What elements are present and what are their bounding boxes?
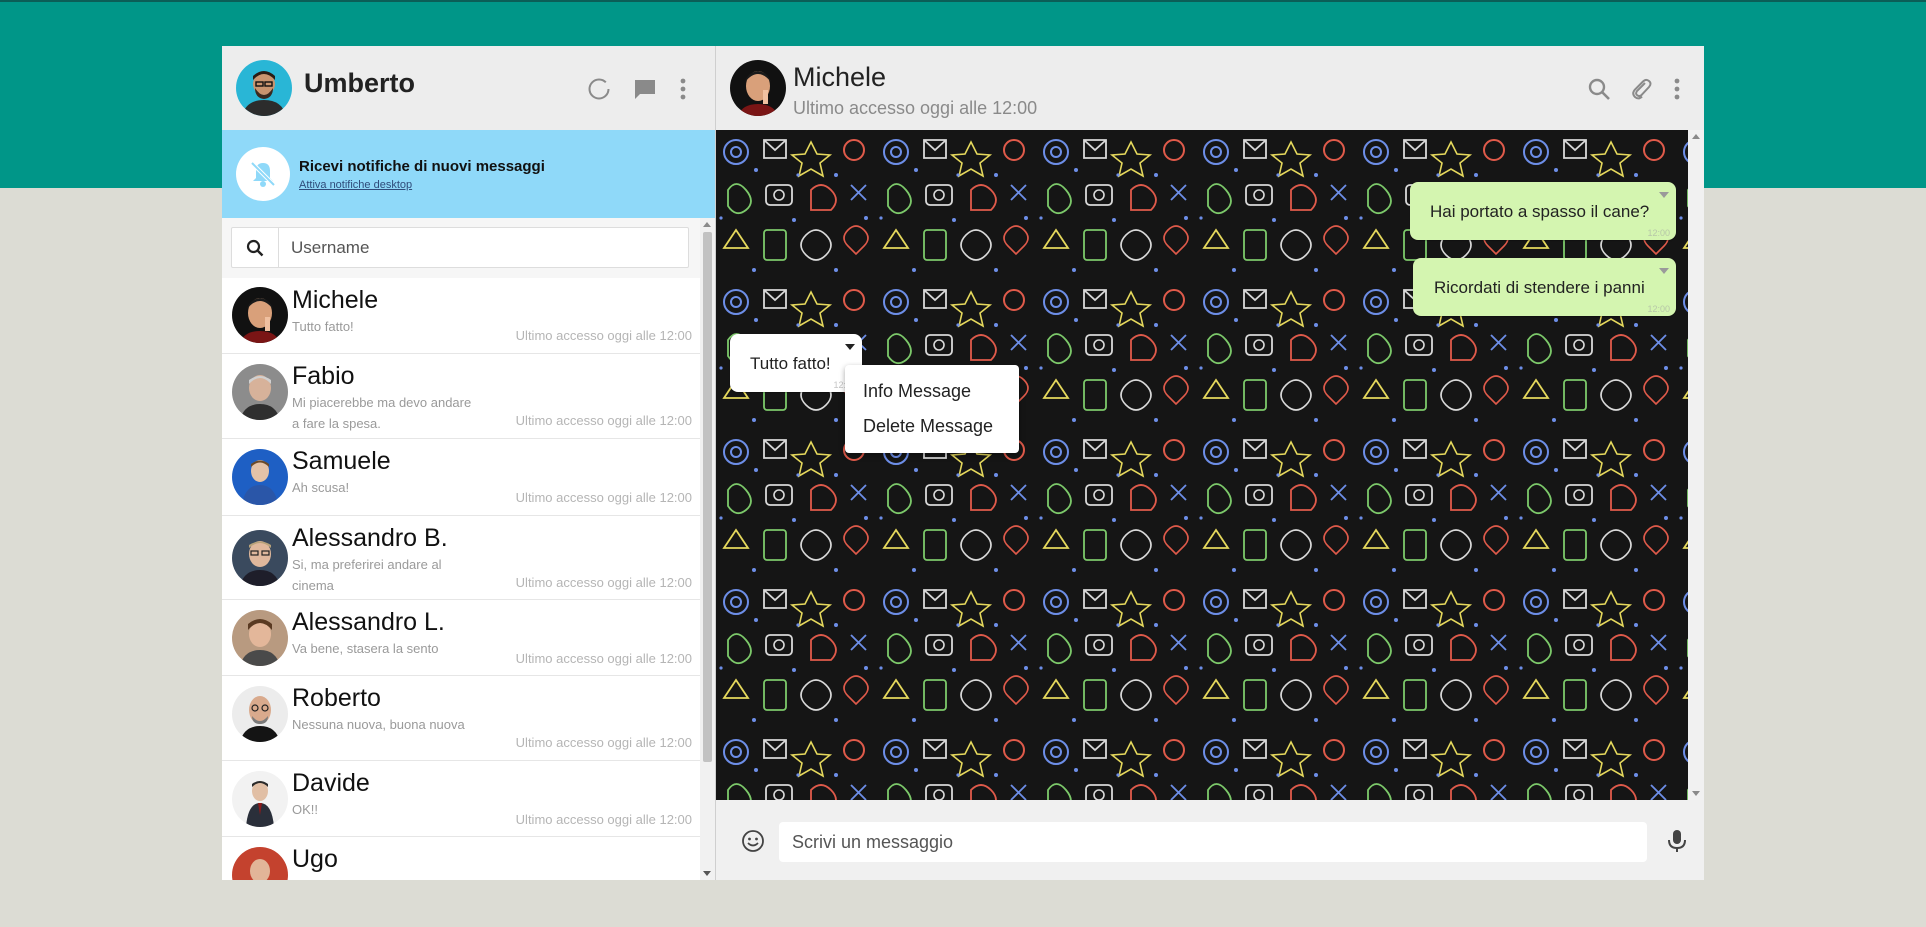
enable-desktop-notifications-link[interactable]: Attiva notifiche desktop bbox=[299, 179, 412, 191]
scroll-down-arrow-icon[interactable] bbox=[1692, 791, 1700, 796]
contact-last-message: Si, ma preferirei andare al cinema bbox=[292, 557, 442, 593]
contact-avatar bbox=[232, 847, 288, 880]
contact-avatar bbox=[232, 364, 288, 420]
contact-item-davide[interactable]: Davide OK!! Ultimo accesso oggi alle 12:… bbox=[222, 761, 700, 837]
contact-last-message: Nessuna nuova, buona nuova bbox=[292, 717, 465, 732]
contact-item-roberto[interactable]: Roberto Nessuna nuova, buona nuova Ultim… bbox=[222, 676, 700, 761]
contact-avatar bbox=[232, 449, 288, 505]
scroll-up-arrow-icon[interactable] bbox=[1692, 134, 1700, 139]
menu-item-delete-message[interactable]: Delete Message bbox=[863, 416, 993, 437]
search-box bbox=[231, 227, 689, 268]
contact-item-fabio[interactable]: Fabio Mi piacerebbe ma devo andare a far… bbox=[222, 354, 700, 439]
contact-list: Michele Tutto fatto! Ultimo accesso oggi… bbox=[222, 278, 700, 880]
message-bubble-sent[interactable]: Ricordati di stendere i panni 12:00 bbox=[1413, 258, 1676, 316]
contact-avatar bbox=[232, 771, 288, 827]
my-avatar[interactable] bbox=[236, 60, 292, 116]
contact-avatar bbox=[232, 530, 288, 586]
contact-list-scrollbar[interactable] bbox=[700, 218, 715, 880]
message-time: 12:00 bbox=[1647, 228, 1670, 238]
chat-menu-dots-icon[interactable] bbox=[1664, 76, 1690, 102]
menu-item-info-message[interactable]: Info Message bbox=[863, 381, 971, 402]
contact-name: Samuele bbox=[292, 447, 391, 475]
chat-contact-name: Michele bbox=[793, 62, 887, 92]
message-time: 12:00 bbox=[1647, 304, 1670, 314]
my-name: Umberto bbox=[304, 68, 416, 98]
message-menu-caret-icon[interactable] bbox=[845, 344, 855, 350]
contact-item-samuele[interactable]: Samuele Ah scusa! Ultimo accesso oggi al… bbox=[222, 439, 700, 516]
contact-last-seen: Ultimo accesso oggi alle 12:00 bbox=[515, 413, 692, 428]
status-icon[interactable] bbox=[586, 76, 612, 102]
contact-last-seen: Ultimo accesso oggi alle 12:00 bbox=[515, 490, 692, 505]
contact-avatar bbox=[232, 610, 288, 666]
scroll-down-arrow-icon[interactable] bbox=[703, 871, 711, 876]
message-bubble-received[interactable]: Tutto fatto! 12:00 bbox=[730, 334, 862, 392]
contact-last-message: Tutto fatto! bbox=[292, 319, 354, 334]
sidebar: Umberto Ricevi notifiche di nuovi messag… bbox=[222, 46, 716, 880]
search-bar bbox=[222, 218, 715, 279]
message-text: Ricordati di stendere i panni bbox=[1434, 278, 1645, 297]
contact-item-ugo[interactable]: Ugo bbox=[222, 837, 700, 880]
message-context-menu: Info Message Delete Message bbox=[845, 365, 1019, 453]
contact-last-message: Ah scusa! bbox=[292, 480, 350, 495]
bell-off-icon bbox=[236, 147, 290, 201]
message-text: Hai portato a spasso il cane? bbox=[1430, 202, 1650, 221]
contact-last-message: Mi piacerebbe ma devo andare a fare la s… bbox=[292, 395, 472, 431]
contact-name: Alessandro L. bbox=[292, 608, 445, 636]
contact-last-message: OK!! bbox=[292, 802, 319, 817]
sidebar-header: Umberto bbox=[222, 46, 715, 130]
search-icon[interactable] bbox=[1586, 76, 1612, 102]
contact-last-seen: Ultimo accesso oggi alle 12:00 bbox=[515, 735, 692, 750]
contact-last-seen: Ultimo accesso oggi alle 12:00 bbox=[515, 575, 692, 590]
contact-name: Roberto bbox=[292, 684, 381, 712]
contact-last-message: Va bene, stasera la sento bbox=[292, 641, 439, 656]
menu-dots-icon[interactable] bbox=[670, 76, 696, 102]
message-menu-caret-icon[interactable] bbox=[1659, 268, 1669, 274]
chat-header: Michele Ultimo accesso oggi alle 12:00 bbox=[716, 46, 1704, 130]
contact-item-alessandro-b[interactable]: Alessandro B. Si, ma preferirei andare a… bbox=[222, 516, 700, 600]
microphone-icon[interactable] bbox=[1664, 828, 1690, 854]
notification-banner: Ricevi notifiche di nuovi messaggi Attiv… bbox=[222, 130, 715, 218]
attachment-icon[interactable] bbox=[1628, 76, 1654, 102]
message-composer bbox=[716, 800, 1704, 880]
message-text: Tutto fatto! bbox=[750, 354, 831, 373]
contact-name: Michele bbox=[292, 286, 379, 314]
chat-messages-area: Hai portato a spasso il cane? 12:00 Rico… bbox=[716, 130, 1688, 800]
chat-scrollbar[interactable] bbox=[1688, 130, 1704, 800]
contact-item-alessandro-l[interactable]: Alessandro L. Va bene, stasera la sento … bbox=[222, 600, 700, 676]
scrollbar-thumb[interactable] bbox=[703, 232, 712, 762]
search-icon[interactable] bbox=[232, 228, 279, 267]
message-input[interactable] bbox=[779, 822, 1647, 862]
contact-name: Alessandro B. bbox=[292, 524, 448, 552]
chat-panel: Michele Ultimo accesso oggi alle 12:00 H… bbox=[716, 46, 1704, 880]
emoji-icon[interactable] bbox=[740, 828, 766, 854]
contact-last-seen: Ultimo accesso oggi alle 12:00 bbox=[515, 651, 692, 666]
contact-last-seen: Ultimo accesso oggi alle 12:00 bbox=[515, 328, 692, 343]
contact-avatar bbox=[232, 686, 288, 742]
message-bubble-sent[interactable]: Hai portato a spasso il cane? 12:00 bbox=[1410, 182, 1676, 240]
scroll-up-arrow-icon[interactable] bbox=[703, 222, 711, 227]
message-menu-caret-icon[interactable] bbox=[1659, 192, 1669, 198]
chat-contact-avatar[interactable] bbox=[730, 60, 786, 116]
contact-name: Davide bbox=[292, 769, 370, 797]
search-input[interactable] bbox=[279, 228, 688, 267]
notification-title: Ricevi notifiche di nuovi messaggi bbox=[299, 158, 545, 175]
contact-last-seen: Ultimo accesso oggi alle 12:00 bbox=[515, 812, 692, 827]
new-chat-icon[interactable] bbox=[632, 76, 658, 102]
app-window: Umberto Ricevi notifiche di nuovi messag… bbox=[222, 46, 1704, 880]
contact-name: Ugo bbox=[292, 845, 338, 873]
chat-contact-status: Ultimo accesso oggi alle 12:00 bbox=[793, 98, 1038, 118]
contact-item-michele[interactable]: Michele Tutto fatto! Ultimo accesso oggi… bbox=[222, 278, 700, 354]
contact-avatar bbox=[232, 287, 288, 343]
contact-name: Fabio bbox=[292, 362, 355, 390]
